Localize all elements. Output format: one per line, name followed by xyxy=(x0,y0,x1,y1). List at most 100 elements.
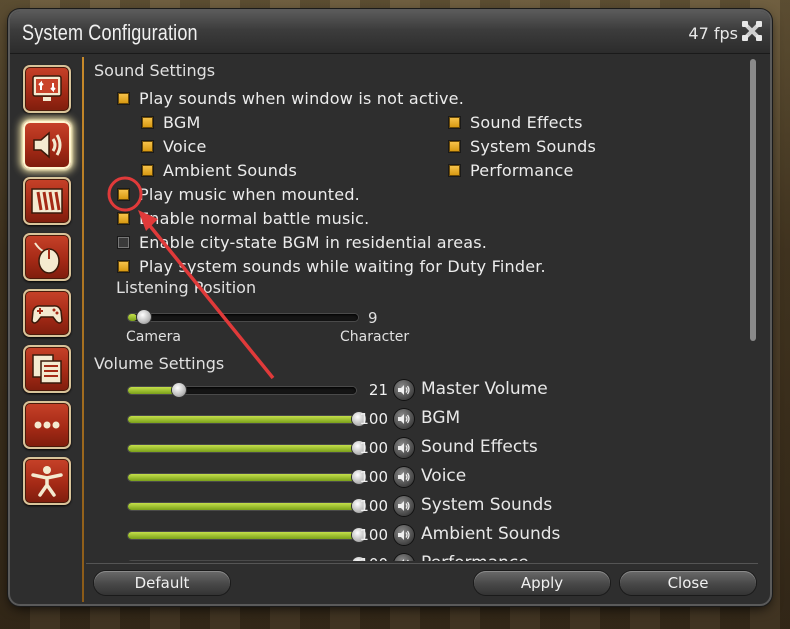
mouse-settings-icon xyxy=(34,242,60,274)
title-bar[interactable]: System Configuration 47 fps xyxy=(10,11,770,54)
slider-fill xyxy=(128,416,356,423)
sidebar-item-character[interactable] xyxy=(23,457,71,505)
sidebar-item-gamepad[interactable] xyxy=(23,289,71,337)
option-label: Enable city-state BGM in residential are… xyxy=(139,232,488,252)
option-label: System Sounds xyxy=(470,136,597,156)
volume-slider[interactable] xyxy=(128,470,366,484)
volume-slider[interactable] xyxy=(128,441,366,455)
bgm-option[interactable]: BGM xyxy=(142,111,201,133)
option-label: Sound Effects xyxy=(470,112,583,132)
volume-slider[interactable] xyxy=(128,412,366,426)
gamepad-settings-icon xyxy=(31,305,63,324)
slider-fill xyxy=(128,532,356,539)
more-settings-icon xyxy=(34,421,60,429)
normal-battle-music-option[interactable]: Enable normal battle music. xyxy=(118,207,369,229)
speaker-icon[interactable] xyxy=(394,554,414,561)
slider-fill xyxy=(128,503,356,510)
window-title: System Configuration xyxy=(22,20,198,45)
sidebar-divider xyxy=(82,57,84,602)
sidebar-item-more[interactable] xyxy=(23,401,71,449)
checkbox[interactable] xyxy=(142,164,153,176)
sidebar-item-other[interactable] xyxy=(23,345,71,393)
checkbox[interactable] xyxy=(118,92,129,104)
listening-position-title: Listening Position xyxy=(116,278,257,297)
slider-knob[interactable] xyxy=(137,310,152,324)
option-label: Ambient Sounds xyxy=(163,160,297,180)
speaker-icon[interactable] xyxy=(394,467,414,487)
slider-fill xyxy=(128,387,176,394)
option-label: Play music when mounted. xyxy=(139,184,360,204)
city-state-bgm-option[interactable]: Enable city-state BGM in residential are… xyxy=(118,231,487,253)
checkbox[interactable] xyxy=(449,164,460,176)
checkbox[interactable] xyxy=(118,236,129,248)
ambient-sounds-option[interactable]: Ambient Sounds xyxy=(142,159,297,181)
sidebar-item-graphics[interactable] xyxy=(23,177,71,225)
option-label: Performance xyxy=(470,160,574,180)
default-button[interactable]: Default xyxy=(94,571,230,595)
graphics-settings-icon xyxy=(31,188,63,214)
volume-value: 100 xyxy=(359,497,388,515)
option-label: BGM xyxy=(163,112,201,132)
checkbox[interactable] xyxy=(142,116,153,128)
checkbox[interactable] xyxy=(118,260,129,272)
volume-value: 100 xyxy=(354,555,388,561)
checkbox[interactable] xyxy=(118,188,129,200)
fps-counter: 47 fps xyxy=(688,24,738,43)
checkbox[interactable] xyxy=(118,212,129,224)
crossed-hammer-icon[interactable] xyxy=(740,19,764,43)
scrollbar[interactable] xyxy=(750,59,756,341)
volume-value: 21 xyxy=(368,381,388,399)
volume-value: 100 xyxy=(359,468,388,486)
option-label: Play sounds when window is not active. xyxy=(139,88,464,108)
volume-label: Voice xyxy=(421,466,467,486)
camera-label: Camera xyxy=(126,329,181,345)
volume-label: Master Volume xyxy=(421,379,548,399)
volume-settings-title: Volume Settings xyxy=(94,354,225,373)
slider-knob[interactable] xyxy=(171,383,186,397)
volume-label: Ambient Sounds xyxy=(421,524,561,544)
voice-option[interactable]: Voice xyxy=(142,135,207,157)
volume-label: Sound Effects xyxy=(421,437,538,457)
sound-effects-option[interactable]: Sound Effects xyxy=(449,111,583,133)
volume-slider[interactable] xyxy=(128,499,366,513)
play-music-mounted-option[interactable]: Play music when mounted. xyxy=(118,183,360,205)
volume-label: System Sounds xyxy=(421,495,553,515)
play-when-inactive-option[interactable]: Play sounds when window is not active. xyxy=(118,87,464,109)
volume-label: Performance xyxy=(421,553,529,561)
option-label: Enable normal battle music. xyxy=(139,208,370,228)
settings-sidebar xyxy=(18,57,82,595)
volume-slider[interactable] xyxy=(128,383,356,397)
duty-finder-sounds-option[interactable]: Play system sounds while waiting for Dut… xyxy=(118,255,546,277)
display-settings-icon xyxy=(32,75,62,101)
checkbox[interactable] xyxy=(142,140,153,152)
character-label: Character xyxy=(340,329,410,345)
slider-fill xyxy=(128,445,356,452)
volume-value: 100 xyxy=(359,526,388,544)
sound-settings-panel: Sound Settings Play sounds when window i… xyxy=(86,57,754,561)
speaker-icon[interactable] xyxy=(394,525,414,545)
checkbox[interactable] xyxy=(449,116,460,128)
footer-divider xyxy=(86,563,758,564)
slider-fill xyxy=(128,474,356,481)
apply-button[interactable]: Apply xyxy=(474,571,610,595)
option-label: Play system sounds while waiting for Dut… xyxy=(139,256,546,276)
sidebar-item-display[interactable] xyxy=(23,65,71,113)
volume-value: 100 xyxy=(359,439,388,457)
close-button[interactable]: Close xyxy=(620,571,756,595)
volume-value: 100 xyxy=(359,410,388,428)
speaker-icon[interactable] xyxy=(394,380,414,400)
volume-slider[interactable] xyxy=(128,528,366,542)
sidebar-item-sound[interactable] xyxy=(23,121,71,169)
system-sounds-option[interactable]: System Sounds xyxy=(449,135,596,157)
listening-position-slider[interactable] xyxy=(128,310,358,324)
system-configuration-window: System Configuration 47 fps Sound Settin… xyxy=(10,11,770,604)
checkbox[interactable] xyxy=(449,140,460,152)
volume-label: BGM xyxy=(421,408,461,428)
sidebar-item-mouse[interactable] xyxy=(23,233,71,281)
performance-option[interactable]: Performance xyxy=(449,159,574,181)
speaker-icon[interactable] xyxy=(394,438,414,458)
character-settings-icon xyxy=(31,466,63,497)
speaker-icon[interactable] xyxy=(394,496,414,516)
speaker-icon[interactable] xyxy=(394,409,414,429)
option-label: Voice xyxy=(163,136,207,156)
